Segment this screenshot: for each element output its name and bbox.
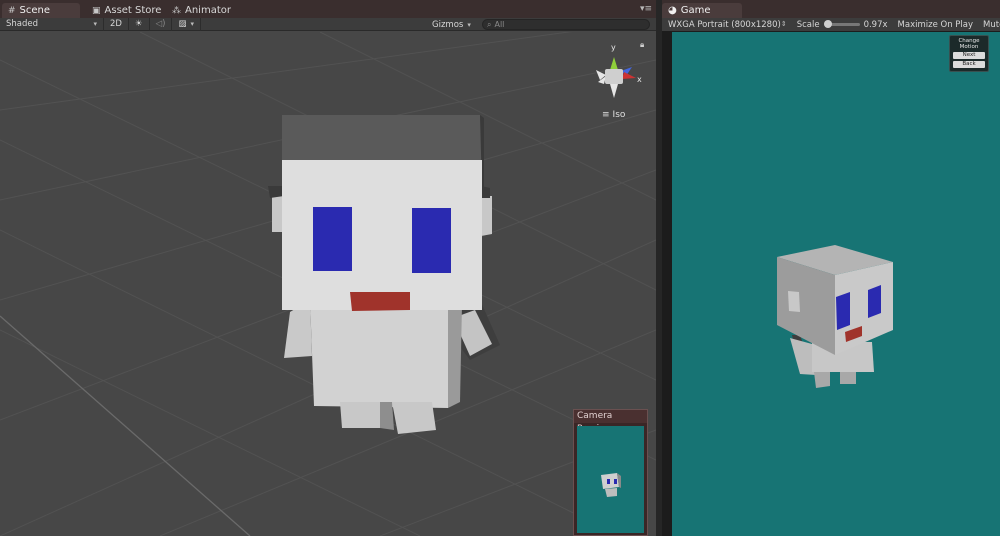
projection-toggle[interactable]: ≡ Iso: [602, 110, 625, 120]
scene-render: y x: [0, 32, 656, 536]
right-eye: [412, 208, 451, 273]
game-panel: ◕ Game WXGA Portrait (800x1280) ⇕ Scale …: [662, 0, 1000, 536]
menu-icon: ≡: [602, 110, 610, 120]
lock-icon[interactable]: 🔒︎: [640, 40, 644, 50]
lighting-toggle-button[interactable]: ☀: [129, 17, 150, 31]
shading-mode-dropdown[interactable]: Shaded ▾: [0, 17, 104, 31]
scene-viewport[interactable]: y x: [0, 32, 656, 536]
camera-preview-title: Camera Preview: [574, 410, 647, 434]
tab-game[interactable]: ◕ Game: [662, 3, 742, 18]
next-button[interactable]: Next: [953, 52, 985, 59]
game-tabbar: ◕ Game: [662, 0, 1000, 18]
store-icon: ▣: [92, 5, 101, 16]
image-icon: ▨: [178, 19, 187, 29]
back-button[interactable]: Back: [953, 61, 985, 68]
search-icon: ⌕: [487, 19, 492, 29]
scene-toolbar: Shaded ▾ 2D ☀ ◁) ▨ ▾ Gizmos ▾ ⌕ All: [0, 17, 656, 31]
scale-control: Scale 0.97x: [796, 19, 888, 30]
camera-preview-render: [601, 473, 621, 497]
mute-audio-toggle[interactable]: Mute Audio: [973, 20, 1000, 30]
axis-label-y: y: [611, 43, 616, 52]
chevron-updown-icon: ⇕: [780, 19, 787, 28]
orientation-gizmo[interactable]: y x: [596, 43, 642, 98]
chevron-down-icon: ▾: [190, 20, 194, 28]
tab-scene[interactable]: # Scene: [2, 3, 80, 18]
axis-label-x: x: [637, 75, 642, 84]
camera-preview: Camera Preview: [573, 409, 648, 536]
tab-animator[interactable]: ⁂ Animator: [166, 3, 237, 18]
game-render: [777, 245, 893, 388]
audio-toggle-button[interactable]: ◁): [150, 17, 173, 31]
2d-toggle-button[interactable]: 2D: [104, 17, 129, 31]
scene-tabbar: # Scene ▣ Asset Store ⁂ Animator ▾≡: [0, 0, 656, 18]
resolution-dropdown[interactable]: WXGA Portrait (800x1280) ⇕: [662, 20, 791, 30]
game-viewport[interactable]: Change Motion Next Back: [672, 32, 1000, 536]
scene-search-input[interactable]: ⌕ All: [482, 19, 650, 30]
mouth: [350, 292, 410, 311]
chevron-down-icon: ▾: [467, 20, 471, 29]
chevron-down-icon: ▾: [93, 20, 97, 28]
game-character-model: [777, 245, 893, 388]
grid-axis-line: [0, 315, 251, 536]
game-toolbar: WXGA Portrait (800x1280) ⇕ Scale 0.97x M…: [662, 18, 1000, 31]
character-model[interactable]: [268, 115, 500, 434]
scale-slider-knob[interactable]: [823, 20, 832, 28]
camera-preview-view: [577, 426, 644, 533]
maximize-on-play-toggle[interactable]: Maximize On Play: [888, 20, 973, 30]
scale-slider[interactable]: [823, 20, 860, 28]
pacman-icon: ◕: [668, 5, 677, 16]
grid-icon: #: [8, 5, 16, 16]
sun-icon: ☀: [134, 19, 143, 29]
effects-dropdown[interactable]: ▨ ▾: [172, 17, 201, 31]
animator-icon: ⁂: [172, 5, 181, 16]
left-eye: [313, 207, 352, 271]
gizmos-dropdown[interactable]: Gizmos ▾: [432, 18, 471, 31]
scene-panel: # Scene ▣ Asset Store ⁂ Animator ▾≡ Shad…: [0, 0, 656, 536]
change-motion-panel: Change Motion Next Back: [949, 35, 989, 72]
tab-asset-store[interactable]: ▣ Asset Store: [86, 3, 167, 18]
speaker-icon: ◁): [155, 19, 166, 29]
panel-menu-icon[interactable]: ▾≡: [640, 4, 652, 14]
change-motion-title: Change Motion: [958, 38, 980, 50]
